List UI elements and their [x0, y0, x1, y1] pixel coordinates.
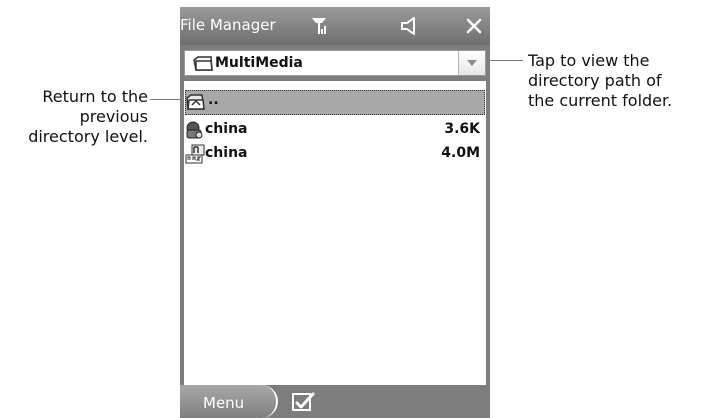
callout-left-line-3: directory level. — [28, 127, 148, 146]
checkbox-icon[interactable] — [291, 391, 315, 413]
up-directory-row[interactable]: .. — [185, 90, 485, 115]
callout-right-line-2: directory path of — [528, 71, 662, 90]
device-screen: File Manager MultiMedia .. china 3.6K ch… — [180, 7, 490, 418]
directory-path-dropdown[interactable]: MultiMedia — [184, 50, 486, 76]
file-name: china — [205, 145, 248, 161]
folder-icon — [193, 55, 213, 73]
file-row[interactable]: china 3.6K — [185, 118, 485, 143]
up-folder-icon — [186, 93, 206, 113]
file-name: china — [205, 121, 248, 137]
chevron-down-icon — [467, 60, 477, 66]
media-file-icon — [185, 120, 205, 140]
signal-icon[interactable] — [311, 16, 327, 36]
callout-right: Tap to view the directory path of the cu… — [528, 51, 672, 111]
callout-right-line-3: the current folder. — [528, 91, 673, 110]
title-bar: File Manager — [180, 7, 490, 45]
current-folder-label: MultiMedia — [215, 55, 303, 71]
mp3-file-icon — [185, 144, 205, 164]
bottom-bar: Menu — [180, 385, 490, 418]
file-size: 3.6K — [444, 121, 480, 137]
callout-left-line-1: Return to the — [42, 87, 148, 106]
menu-label: Menu — [203, 394, 245, 412]
file-name: .. — [208, 92, 219, 108]
callout-right-line-1: Tap to view the — [528, 51, 650, 70]
close-icon[interactable] — [465, 17, 483, 35]
annotated-screen: Return to the previous directory level. … — [0, 0, 702, 418]
app-title: File Manager — [180, 16, 276, 34]
callout-left-line-2: previous — [79, 107, 148, 126]
file-row[interactable]: china 4.0M — [185, 142, 485, 167]
path-dropdown-button[interactable] — [458, 51, 485, 75]
file-size: 4.0M — [441, 145, 480, 161]
file-list: .. china 3.6K china 4.0M — [184, 81, 486, 386]
callout-left: Return to the previous directory level. — [0, 87, 148, 147]
speaker-icon[interactable] — [400, 16, 420, 36]
menu-button[interactable]: Menu — [180, 385, 278, 418]
